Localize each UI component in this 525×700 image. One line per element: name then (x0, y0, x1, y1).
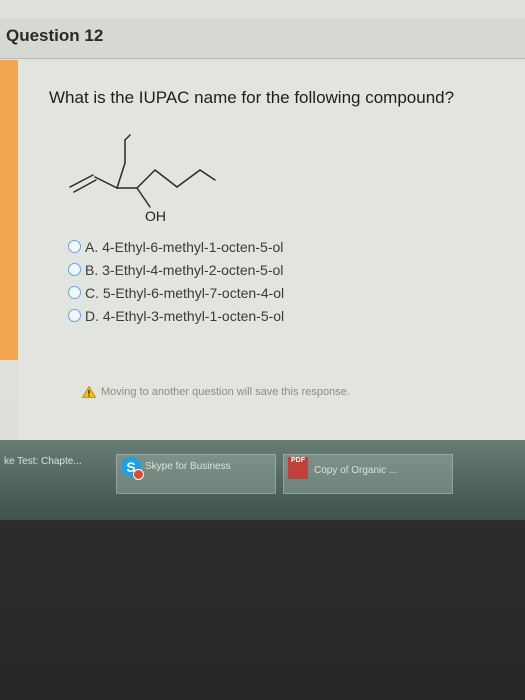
hydroxyl-label: OH (145, 208, 166, 224)
answer-options: A. 4-Ethyl-6-methyl-1-octen-5-ol B. 3-Et… (68, 235, 284, 327)
option-label: C. 5-Ethyl-6-methyl-7-octen-4-ol (85, 284, 285, 301)
option-b[interactable]: B. 3-Ethyl-4-methyl-2-octen-5-ol (68, 258, 284, 281)
monitor-bezel (0, 520, 525, 700)
radio-button[interactable] (68, 263, 81, 276)
taskbar-item-label: ke Test: Chapte... (4, 456, 82, 467)
skeletal-structure: OH (69, 134, 216, 224)
taskbar: ke Test: Chapte... S Skype for Business … (0, 440, 525, 520)
taskbar-item-test[interactable]: ke Test: Chapte... (0, 454, 110, 494)
question-title: Question 12 (6, 26, 104, 45)
quiz-screen: Question 12 What is the IUPAC name for t… (0, 0, 525, 440)
skype-icon: S (121, 457, 144, 480)
option-d[interactable]: D. 4-Ethyl-3-methyl-1-octen-5-ol (68, 304, 284, 327)
taskbar-item-skype[interactable]: S Skype for Business (116, 454, 276, 494)
accent-strip (0, 60, 18, 360)
warning-triangle-icon (82, 386, 96, 398)
radio-button[interactable] (68, 286, 81, 299)
save-warning: Moving to another question will save thi… (82, 386, 350, 398)
taskbar-item-pdf[interactable]: PDF Copy of Organic ... (283, 454, 453, 494)
option-a[interactable]: A. 4-Ethyl-6-methyl-1-octen-5-ol (68, 235, 284, 258)
radio-button[interactable] (68, 240, 81, 253)
pdf-icon: PDF (288, 457, 308, 479)
option-c[interactable]: C. 5-Ethyl-6-methyl-7-octen-4-ol (68, 281, 284, 304)
taskbar-item-label: Skype for Business (145, 461, 231, 472)
option-label: D. 4-Ethyl-3-methyl-1-octen-5-ol (85, 307, 285, 324)
question-header: Question 12 (0, 18, 525, 59)
radio-button[interactable] (68, 309, 81, 322)
question-prompt: What is the IUPAC name for the following… (49, 88, 455, 107)
warning-text: Moving to another question will save thi… (101, 386, 350, 398)
option-label: B. 3-Ethyl-4-methyl-2-octen-5-ol (85, 261, 284, 278)
option-label: A. 4-Ethyl-6-methyl-1-octen-5-ol (85, 238, 284, 255)
taskbar-item-label: Copy of Organic ... (314, 465, 398, 476)
